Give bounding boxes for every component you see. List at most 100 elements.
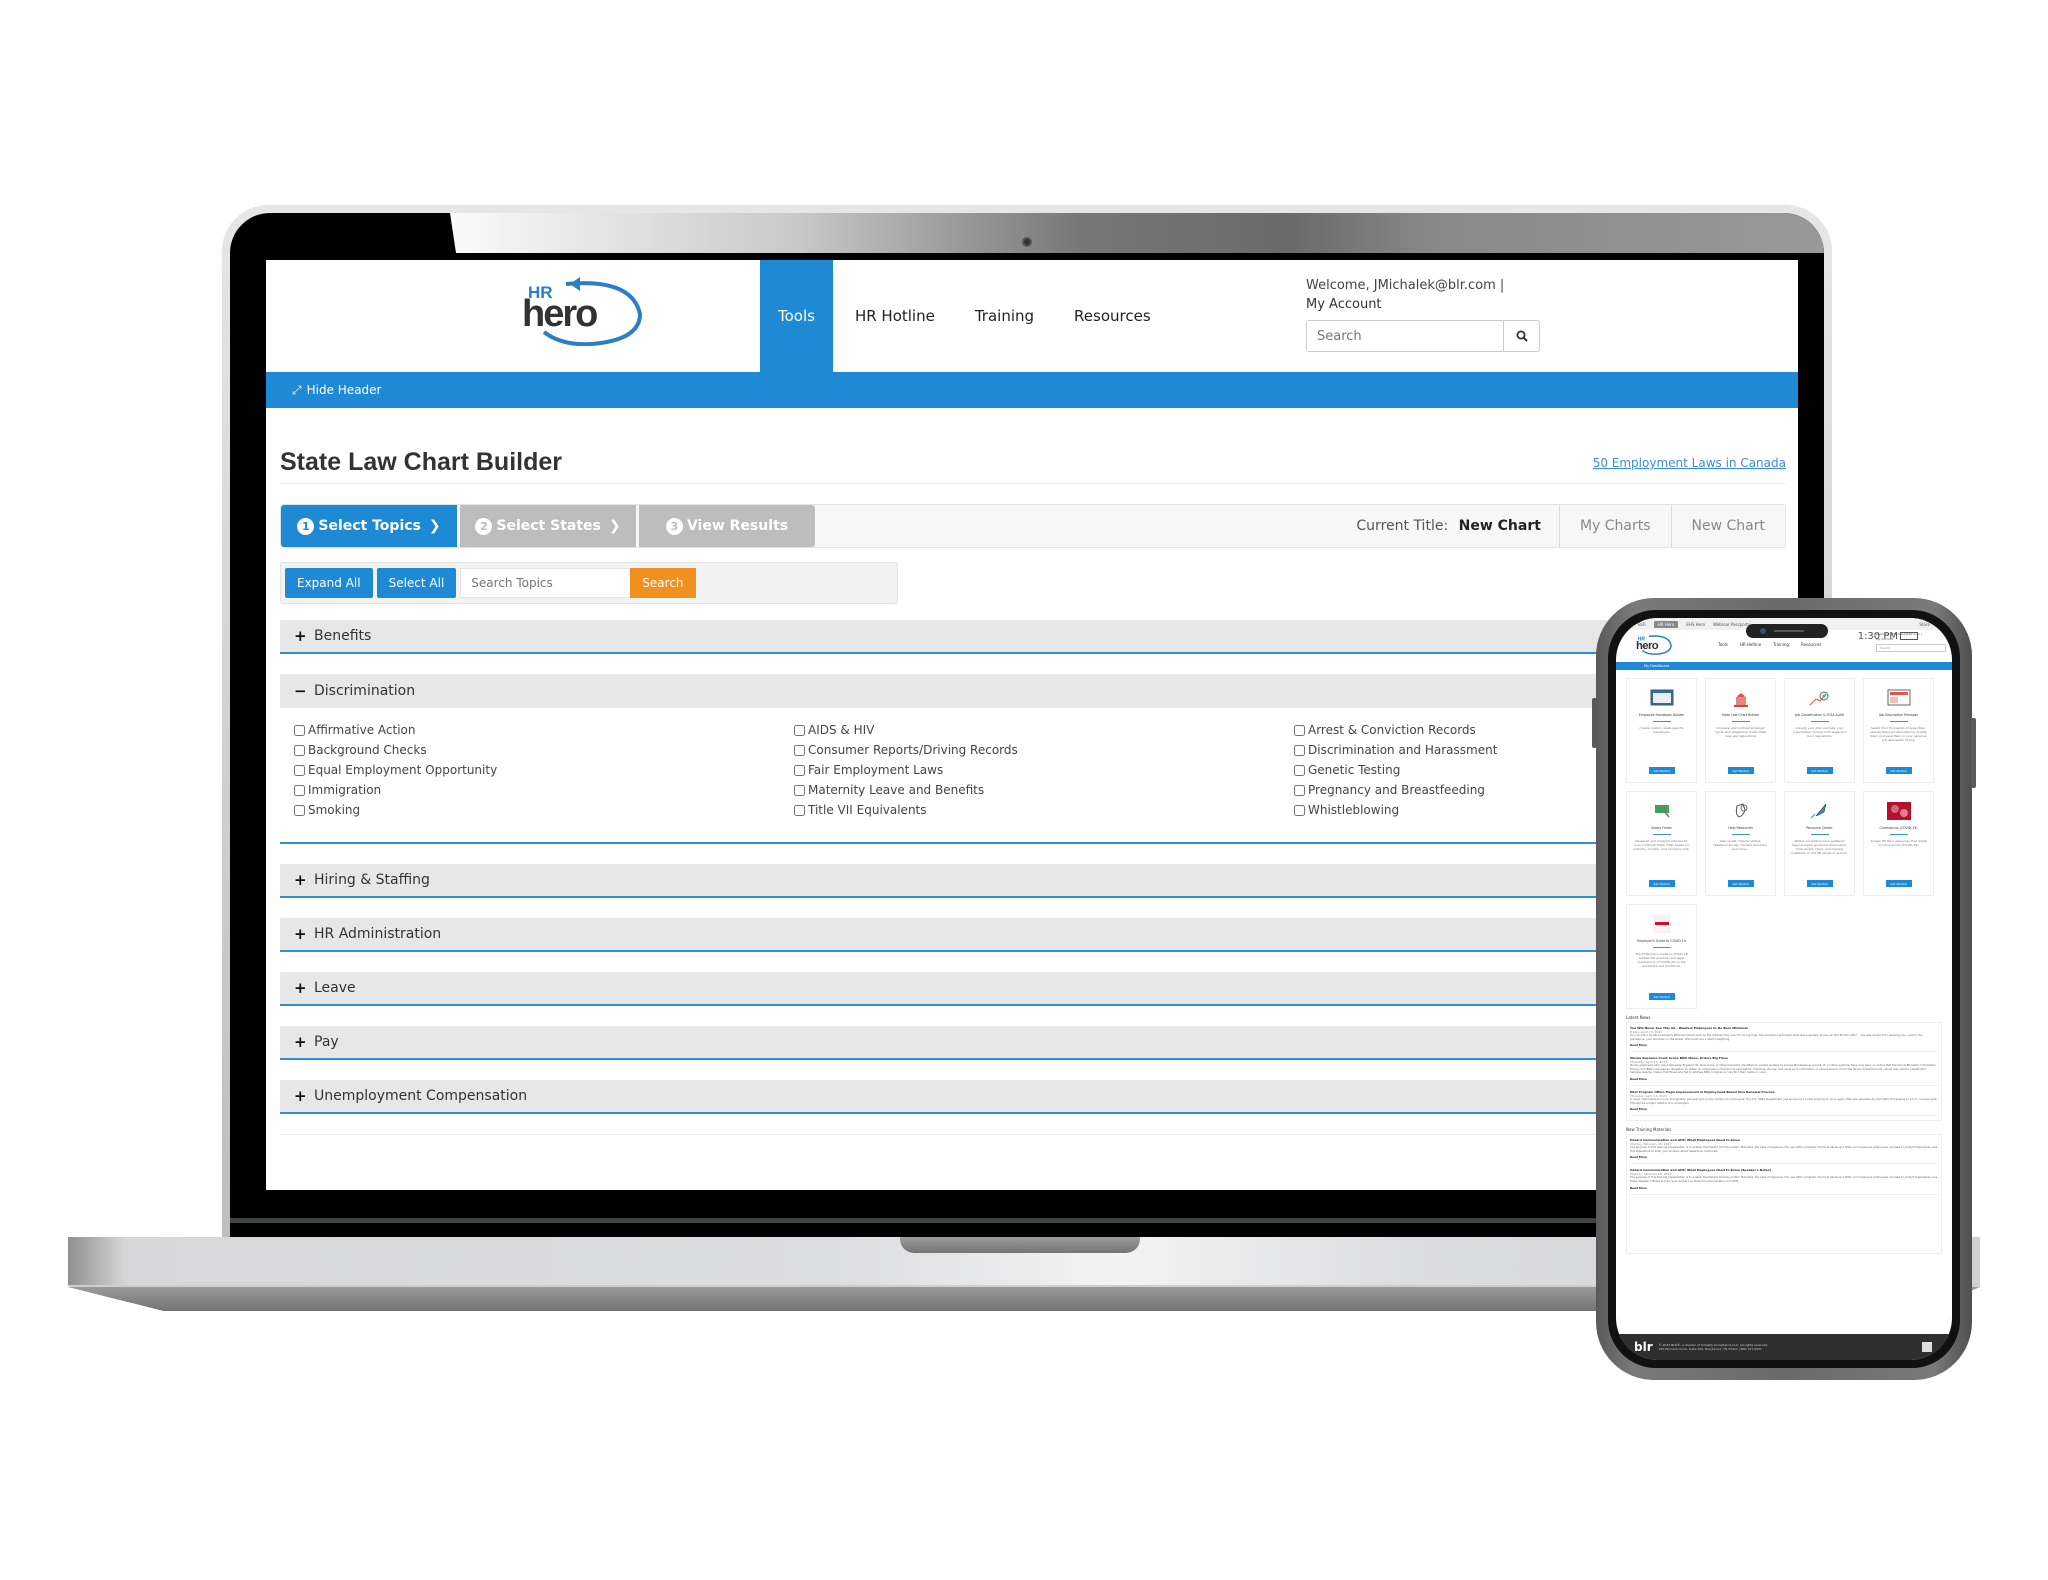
chart-tools: Current Title: New Chart My Charts New C… xyxy=(1356,505,1785,547)
topic-checkbox[interactable]: Fair Employment Laws xyxy=(794,760,1294,780)
my-account-link[interactable]: My Account xyxy=(1306,295,1540,314)
read-more-link[interactable]: Read More xyxy=(1630,1077,1938,1081)
my-charts-button[interactable]: My Charts xyxy=(1558,505,1671,547)
tool-card: State Law Chart Builder Compare and cont… xyxy=(1705,678,1776,783)
checkbox[interactable] xyxy=(294,724,305,736)
get-started-button[interactable]: Get Started xyxy=(1806,880,1833,887)
header-search-button[interactable] xyxy=(1503,321,1539,351)
card-desc: User Guide, Tutorial Videos, Feedback Su… xyxy=(1713,839,1768,851)
nav-resources[interactable]: Resources xyxy=(1056,260,1169,372)
get-started-button[interactable]: Get Started xyxy=(1885,767,1912,774)
get-started-button[interactable]: Get Started xyxy=(1806,767,1833,774)
nav-training[interactable]: Training xyxy=(957,260,1052,372)
new-chart-button[interactable]: New Chart xyxy=(1670,505,1785,547)
topbar-link[interactable]: HR Hero xyxy=(1653,620,1679,628)
expand-all-button[interactable]: Expand All xyxy=(285,568,373,598)
checkbox[interactable] xyxy=(294,764,305,776)
step-view-results[interactable]: 3 View Results xyxy=(639,505,815,547)
phone-search-input[interactable]: Search xyxy=(1876,644,1946,652)
news-body: Illinois employers who use employees' fi… xyxy=(1630,1063,1936,1075)
scroll-to-top-button[interactable] xyxy=(1922,1342,1932,1352)
search-topics-button[interactable]: Search xyxy=(630,568,696,598)
category-label: Benefits xyxy=(314,628,372,644)
hide-header-link[interactable]: Hide Header xyxy=(307,383,382,397)
topic-checkbox[interactable]: Affirmative Action xyxy=(294,720,794,740)
tool-card: Job Description Manager Select from thou… xyxy=(1863,678,1934,783)
divider xyxy=(280,1134,1786,1135)
nav-hr-hotline[interactable]: HR Hotline xyxy=(837,260,953,372)
phone-frame: BLR HR Hero EHS Hero Webinar Passports S… xyxy=(1592,598,1976,1380)
footer-text: © 2023 BLR®, a division of Simplify Comp… xyxy=(1659,1343,1769,1351)
topic-checkbox[interactable]: Title VII Equivalents xyxy=(794,800,1294,820)
hr-hero-logo[interactable]: HR hero xyxy=(522,274,650,346)
nav-training[interactable]: Training xyxy=(1773,642,1789,647)
topic-checkbox[interactable]: Maternity Leave and Benefits xyxy=(794,780,1294,800)
topic-checkbox[interactable]: Consumer Reports/Driving Records xyxy=(794,740,1294,760)
phone-footer: blr © 2023 BLR®, a division of Simplify … xyxy=(1616,1334,1952,1360)
read-more-link[interactable]: Read More xyxy=(1630,1155,1938,1159)
nav-resources[interactable]: Resources xyxy=(1801,642,1821,647)
step-select-states[interactable]: 2 Select States ❯ xyxy=(460,505,636,547)
checkbox[interactable] xyxy=(294,804,305,816)
category-header[interactable]: + Hiring & Staffing xyxy=(280,864,1786,898)
category-discrimination: − Discrimination Affirmative Action Back… xyxy=(280,674,1786,844)
read-more-link[interactable]: Read More xyxy=(1630,1107,1938,1111)
category-header[interactable]: + Benefits xyxy=(280,620,1786,654)
category-header[interactable]: + Pay xyxy=(280,1026,1786,1060)
hr-hero-logo[interactable]: HR hero xyxy=(1636,632,1674,656)
get-started-button[interactable]: Get Started xyxy=(1648,880,1675,887)
topic-checkbox[interactable]: Smoking xyxy=(294,800,794,820)
checkbox[interactable] xyxy=(794,764,805,776)
checkbox[interactable] xyxy=(1294,724,1305,736)
topic-checkbox[interactable]: Background Checks xyxy=(294,740,794,760)
canada-laws-link[interactable]: 50 Employment Laws in Canada xyxy=(1593,456,1786,470)
checkbox[interactable] xyxy=(1294,804,1305,816)
card-desc: The Employer's Guide to COVID-19 tackles… xyxy=(1635,952,1688,968)
topic-checkbox[interactable]: Equal Employment Opportunity xyxy=(294,760,794,780)
my-account-link[interactable]: My Account xyxy=(1876,637,1922,642)
category-header[interactable]: + HR Administration xyxy=(280,918,1786,952)
card-divider xyxy=(1652,834,1671,835)
get-started-button[interactable]: Get Started xyxy=(1727,880,1754,887)
tool-card: Resource Center Where our editors have g… xyxy=(1784,791,1855,896)
topic-label: Discrimination and Harassment xyxy=(1308,743,1498,757)
checkbox[interactable] xyxy=(1294,784,1305,796)
checkbox[interactable] xyxy=(794,784,805,796)
checkbox[interactable] xyxy=(794,744,805,756)
get-started-button[interactable]: Get Started xyxy=(1727,767,1754,774)
nav-hr-hotline[interactable]: HR Hotline xyxy=(1740,642,1761,647)
checkbox[interactable] xyxy=(294,784,305,796)
checkbox[interactable] xyxy=(794,724,805,736)
nav-tools[interactable]: Tools xyxy=(760,260,833,372)
latest-news: Latest News You Will Never See This Ad -… xyxy=(1616,1009,1952,1122)
topbar-link[interactable]: EHS Hero xyxy=(1686,622,1705,627)
category-header[interactable]: + Unemployment Compensation xyxy=(280,1080,1786,1114)
topbar-link[interactable]: Store xyxy=(1919,622,1930,627)
header-search-input[interactable] xyxy=(1307,321,1503,351)
read-more-link[interactable]: Read More xyxy=(1630,1043,1938,1047)
get-started-button[interactable]: Get Started xyxy=(1648,993,1675,1000)
get-started-button[interactable]: Get Started xyxy=(1648,767,1675,774)
category-header[interactable]: + Leave xyxy=(280,972,1786,1006)
chevron-right-icon: ❯ xyxy=(608,518,621,534)
topic-checkbox[interactable]: AIDS & HIV xyxy=(794,720,1294,740)
category-label: Discrimination xyxy=(314,683,416,699)
topic-checkbox[interactable]: Immigration xyxy=(294,780,794,800)
nav-tools[interactable]: Tools xyxy=(1718,642,1728,647)
category-header[interactable]: − Discrimination xyxy=(280,674,1786,708)
step-select-topics[interactable]: 1 Select Topics ❯ xyxy=(281,505,457,547)
topbar-link[interactable]: BLR xyxy=(1638,622,1646,627)
checkbox[interactable] xyxy=(294,744,305,756)
training-list: Hazard Communication and GHS: What Emplo… xyxy=(1626,1134,1942,1255)
search-topics-input[interactable] xyxy=(460,568,631,598)
read-more-link[interactable]: Read More xyxy=(1630,1186,1938,1190)
news-list: You Will Never See This Ad - Wanted: Emp… xyxy=(1626,1022,1942,1122)
get-started-button[interactable]: Get Started xyxy=(1885,880,1912,887)
select-all-button[interactable]: Select All xyxy=(376,568,457,598)
checkbox[interactable] xyxy=(1294,744,1305,756)
main-content: State Law Chart Builder 50 Employment La… xyxy=(266,408,1798,1135)
topbar-link[interactable]: Webinar Passports xyxy=(1713,622,1750,627)
checkbox[interactable] xyxy=(794,804,805,816)
phone-dashboard-bar[interactable]: My Dashboard xyxy=(1616,662,1952,670)
checkbox[interactable] xyxy=(1294,764,1305,776)
